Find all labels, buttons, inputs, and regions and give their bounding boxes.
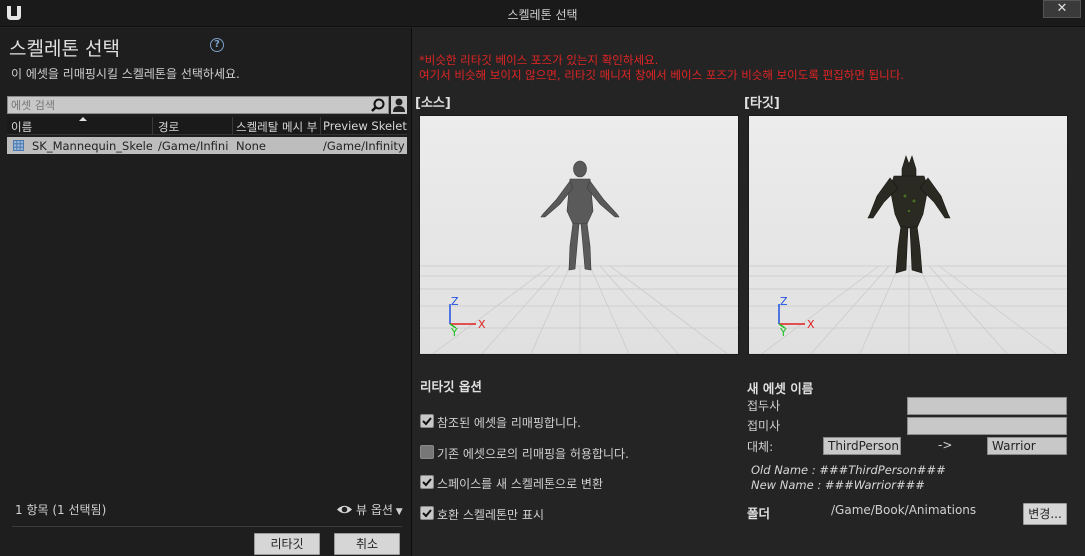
column-header-preview-skeleton[interactable]: Preview Skeleta	[323, 119, 407, 134]
checkbox-checked[interactable]	[420, 475, 434, 489]
change-folder-button[interactable]: 변경...	[1023, 503, 1067, 525]
row-preview-skeleton: /Game/Infinity	[323, 139, 405, 153]
axis-z-label: Z	[451, 295, 459, 308]
table-header: 이름 경로 스켈레탈 메시 부 Preview Skeleta	[7, 117, 407, 135]
panel-title: 스켈레톤 선택	[9, 38, 120, 60]
folder-path: /Game/Book/Animations	[831, 503, 977, 517]
old-name-preview: Old Name : ###ThirdPerson###	[751, 463, 946, 477]
retarget-button[interactable]: 리타깃	[254, 533, 320, 555]
footer-divider	[12, 526, 402, 527]
sort-ascending-icon	[79, 117, 87, 121]
column-divider[interactable]	[320, 117, 321, 135]
close-button[interactable]: ✕	[1043, 0, 1081, 18]
target-preview-scene: Z X Y	[749, 116, 1067, 354]
folder-label: 폴더	[747, 506, 771, 521]
axis-x-label: X	[478, 318, 486, 331]
title-bar: 스켈레톤 선택 ✕	[0, 0, 1085, 27]
window-title: 스켈레톤 선택	[507, 8, 578, 22]
suffix-label: 접미사	[747, 419, 781, 433]
row-path: /Game/Infini	[158, 139, 229, 153]
replace-from-input[interactable]	[823, 437, 901, 455]
source-label: [소스]	[415, 96, 451, 111]
replace-arrow: ->	[938, 438, 953, 452]
target-viewport[interactable]: Z X Y	[748, 115, 1068, 355]
checkbox-checked[interactable]	[420, 414, 434, 428]
new-name-preview: New Name : ###Warrior###	[751, 478, 925, 492]
chevron-down-icon: ▼	[392, 507, 403, 517]
prefix-input[interactable]	[907, 397, 1067, 415]
panel-description: 이 에셋을 리매핑시킬 스켈레톤을 선택하세요.	[11, 67, 240, 81]
axis-y-label: Y	[450, 326, 458, 339]
warning-line-2: 여기서 비슷해 보이지 않으면, 리타깃 매니저 창에서 베이스 포즈가 비슷해…	[419, 68, 904, 82]
suffix-input[interactable]	[907, 417, 1067, 435]
axis-x-label: X	[807, 318, 815, 331]
column-header-skeletal-mesh[interactable]: 스켈레탈 메시 부	[236, 119, 320, 134]
column-header-name[interactable]: 이름	[11, 119, 151, 134]
column-divider[interactable]	[152, 117, 153, 135]
source-preview-scene: Z X Y	[420, 116, 738, 354]
option-label: 호환 스켈레톤만 표시	[437, 508, 544, 522]
retarget-options-title: 리타깃 옵션	[420, 379, 482, 394]
search-box[interactable]	[7, 96, 389, 114]
row-name: SK_Mannequin_Skeleto	[32, 139, 152, 153]
user-filter-icon[interactable]	[391, 96, 407, 114]
eye-icon	[336, 504, 353, 518]
view-options-label: 뷰 옵션	[356, 503, 393, 517]
source-viewport[interactable]: Z X Y	[419, 115, 739, 355]
option-label: 기존 에셋으로의 리매핑을 허용합니다.	[437, 447, 629, 461]
replace-label: 대체:	[747, 440, 774, 454]
cancel-button[interactable]: 취소	[334, 533, 400, 555]
target-label: [타깃]	[744, 96, 780, 111]
item-count: 1 항목 (1 선택됨)	[15, 503, 107, 517]
option-label: 참조된 에셋을 리매핑합니다.	[437, 416, 581, 430]
column-divider[interactable]	[232, 117, 233, 135]
search-icon[interactable]	[370, 98, 386, 113]
view-options-button[interactable]: 뷰 옵션 ▼	[336, 501, 403, 518]
table-row[interactable]: SK_Mannequin_Skeleto /Game/Infini None /…	[7, 137, 407, 154]
checkbox-checked[interactable]	[420, 506, 434, 520]
warning-line-1: *비슷한 리타깃 베이스 포즈가 있는지 확인하세요.	[419, 53, 659, 67]
prefix-label: 접두사	[747, 399, 781, 413]
option-label: 스페이스를 새 스켈레톤으로 변환	[437, 477, 604, 491]
skeleton-asset-icon	[13, 140, 24, 151]
row-skeletal-mesh: None	[236, 139, 267, 153]
replace-to-input[interactable]	[987, 437, 1067, 455]
new-asset-name-title: 새 에셋 이름	[747, 381, 814, 396]
search-input[interactable]	[11, 98, 361, 113]
help-icon[interactable]: ?	[210, 38, 224, 52]
checkbox-unchecked[interactable]	[420, 445, 434, 459]
axis-y-label: Y	[779, 326, 787, 339]
skeleton-picker-panel: 스켈레톤 선택 ? 이 에셋을 리매핑시킬 스켈레톤을 선택하세요. 이름 경로…	[0, 28, 412, 556]
axis-z-label: Z	[780, 295, 788, 308]
column-header-path[interactable]: 경로	[158, 119, 232, 134]
